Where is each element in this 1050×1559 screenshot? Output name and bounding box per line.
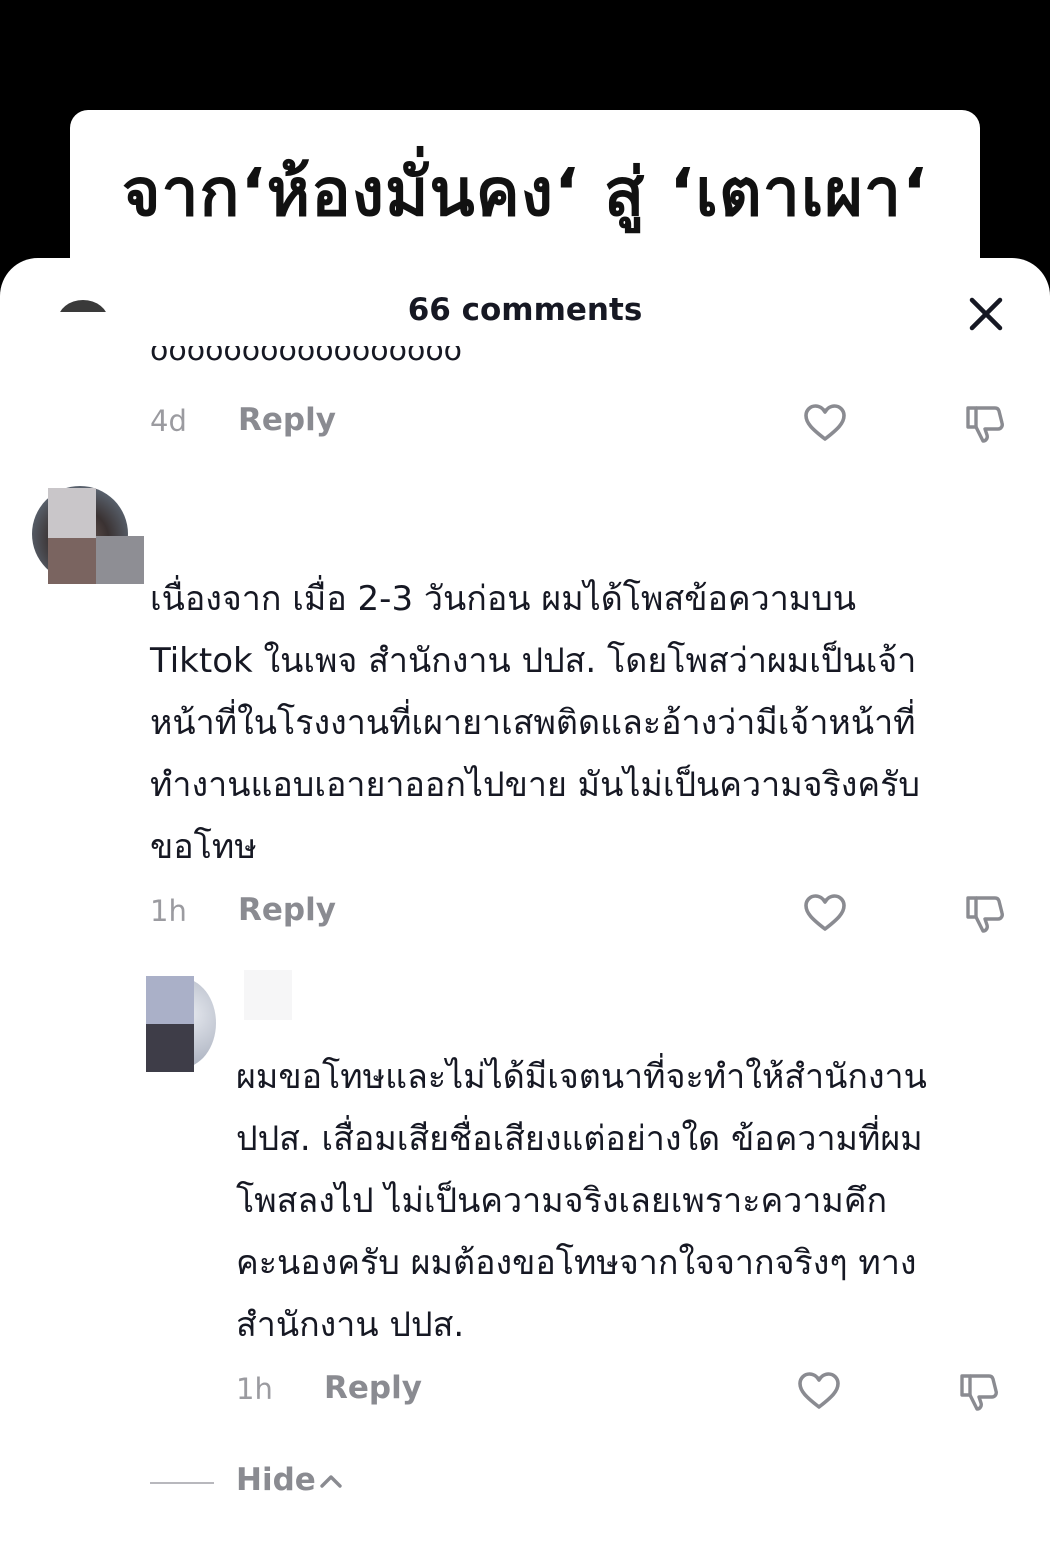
close-button[interactable] (962, 290, 1010, 338)
hide-replies-button[interactable]: Hide (150, 1458, 370, 1508)
comment-timestamp: 4d (150, 404, 187, 438)
heart-icon (804, 894, 846, 931)
comment-actions: 4d Reply (150, 400, 1010, 446)
hide-replies-label: Hide (236, 1462, 316, 1498)
reply-button[interactable]: Reply (324, 1370, 422, 1406)
comment-text: ooooooooooooooooo (150, 346, 463, 368)
reply-text: ผมขอโทษและไม่ได้มีเจตนาที่จะทำให้สำนักงา… (236, 1057, 927, 1345)
comments-sheet: 66 comments ooooooooooooooooo 4d Reply เ… (0, 258, 1050, 1559)
chevron-up-icon (320, 1475, 342, 1488)
comment-text: เนื่องจาก เมื่อ 2-3 วันก่อน ผมได้โพสข้อค… (150, 579, 920, 867)
reply-button[interactable]: Reply (238, 402, 336, 438)
thumbs-down-icon (960, 1374, 998, 1411)
avatar-blur-block (48, 538, 96, 584)
username-blurred (244, 970, 292, 1020)
dislike-button[interactable] (962, 400, 1008, 446)
avatar-blur-block (146, 1024, 194, 1072)
close-icon (969, 297, 1003, 331)
thumbs-down-icon (966, 406, 1004, 443)
like-button[interactable] (802, 400, 848, 446)
heart-icon (804, 404, 846, 441)
dislike-button[interactable] (962, 890, 1008, 936)
comment-timestamp: 1h (150, 894, 187, 928)
thumbs-down-icon (966, 896, 1004, 933)
reply-button[interactable]: Reply (238, 892, 336, 928)
reply-actions: 1h Reply (236, 1368, 1016, 1414)
dislike-button[interactable] (956, 1368, 1002, 1414)
reply-timestamp: 1h (236, 1372, 273, 1406)
video-title: จาก‘ห้องมั่นคง‘ สู่ ‘เตาเผา‘ (121, 154, 929, 231)
avatar-blur-block (96, 536, 144, 584)
like-button[interactable] (796, 1368, 842, 1414)
divider-line (150, 1482, 214, 1484)
comment-actions: 1h Reply (150, 890, 1010, 936)
avatar-blur-block (48, 488, 96, 538)
screen: จาก‘ห้องมั่นคง‘ สู่ ‘เตาเผา‘ 66 comments… (0, 0, 1050, 1559)
comments-count-title: 66 comments (407, 292, 643, 328)
heart-icon (798, 1372, 840, 1409)
like-button[interactable] (802, 890, 848, 936)
avatar-blur-block (146, 976, 194, 1024)
